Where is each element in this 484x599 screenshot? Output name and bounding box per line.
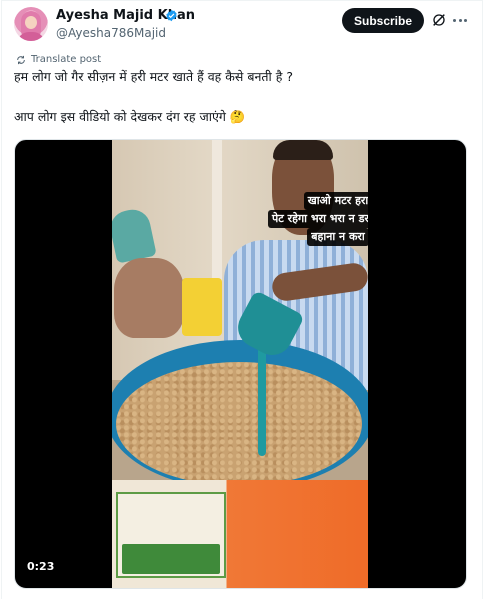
caption-line: खाओ मटर हरा [303,192,368,210]
author-handle[interactable]: @Ayesha786Majid [56,26,166,40]
caption-line: पेट रहेगा भरा भरा न डरा खाए में [268,210,368,228]
subscribe-button[interactable]: Subscribe [342,8,424,33]
translate-icon [17,55,25,64]
video-caption: खाओ मटर हरा पेट रहेगा भरा भरा न डरा खाए … [262,192,368,246]
video-timestamp: 0:23 [27,560,55,573]
translate-post-link[interactable]: Translate post [16,54,101,65]
caption-line: बहाना न करा [307,228,368,246]
tweet-text-line-2: आप लोग इस वीडियो को देखकर दंग रह जाएंगे … [14,109,246,124]
more-icon[interactable] [453,12,467,28]
verified-badge-icon [166,9,177,22]
grok-icon[interactable] [431,12,447,28]
video-frame: खाओ मटर हरा पेट रहेगा भरा भरा न डरा खाए … [112,140,368,588]
avatar[interactable] [14,7,48,41]
tweet-text-line-1: हम लोग जो गैर सीज़न में हरी मटर खाते हैं… [14,69,293,84]
video-player[interactable]: खाओ मटर हरा पेट रहेगा भरा भरा न डरा खाए … [14,139,467,589]
translate-post-label: Translate post [31,54,102,65]
